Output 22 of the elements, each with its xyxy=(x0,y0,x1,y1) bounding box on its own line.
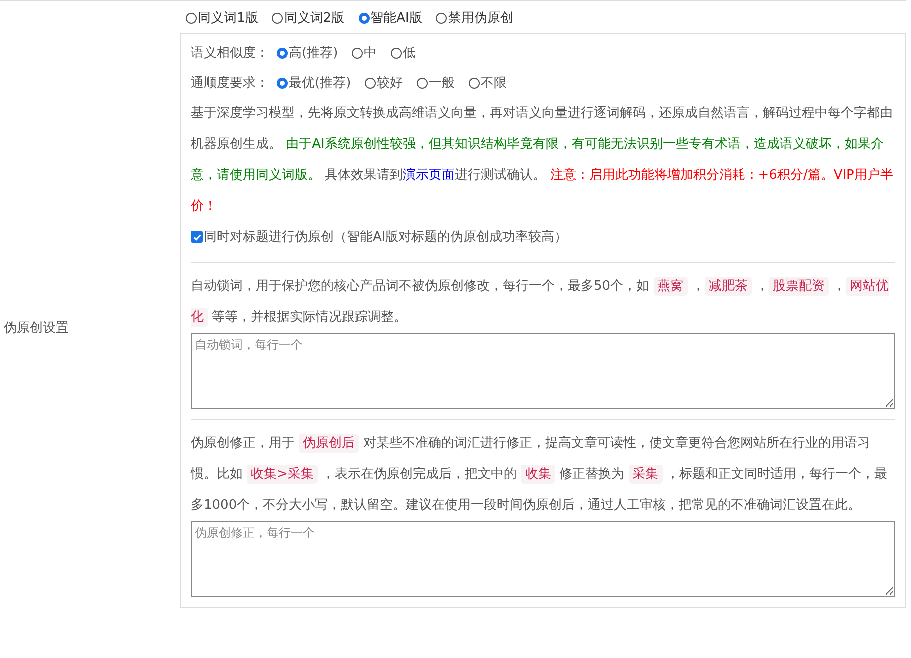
option-radio[interactable]: 最优(推荐) xyxy=(277,74,352,92)
option-radio[interactable]: 低 xyxy=(391,44,416,62)
option-label: 语义相似度： xyxy=(191,45,269,62)
field-label: 伪原创设置 xyxy=(4,321,69,336)
demo-link[interactable]: 演示页面 xyxy=(403,168,456,183)
option-radio[interactable]: 一般 xyxy=(417,74,456,92)
mode-radio[interactable]: 智能AI版 xyxy=(358,9,422,27)
description-text: 伪原创修正，用于 伪原创后 对某些不准确的词汇进行修正，提高文章可读性，使文章更符合您网站所在行业的用语习惯。比如 收集>采集 ，表示在伪原创完成后，把文中的 收集 修正替换为 采集 ，标题和正文同时适用，每行一个，最多1000个，不分大小写，默认留空。建议在使用一段时间伪原创后，通过人工审核，把常见的不准确词汇设置在此。 xyxy=(191,433,889,515)
check-icon xyxy=(192,232,202,242)
mode-radio[interactable]: 同义词2版 xyxy=(272,9,345,27)
description-text: 自动锁词，用于保护您的核心产品词不被伪原创修改，每行一个，最多50个，如 燕窝 ， 减肥茶 ， 股票配资 ， 网站优化 等等，并根据实际情况跟踪调整。 xyxy=(191,276,890,329)
mode-radio[interactable]: 同义词1版 xyxy=(186,9,258,27)
description-text: 基于深度学习模型，先将原文转换成高维语义向量，再对语义向量进行逐词解码，还原成自然语言，解码过程中每个字都由机器原创生成。 由于AI系统原创性较强，但其知识结构毕竟有限，有可能无法识别一些专有术语，造成语义破坏，如果介意，请使用同义词版。 具体效果请到演示页面进行测试确认。 注意：启用此功能将增加积分消耗：+6积分/篇。VIP用户半价！ xyxy=(191,105,894,216)
mode-radio[interactable]: 禁用伪原创 xyxy=(436,9,514,27)
option-radio[interactable]: 较好 xyxy=(365,74,404,92)
option-radio[interactable]: 高(推荐) xyxy=(277,44,338,62)
input-field[interactable]: 自动锁词，每行一个 xyxy=(191,333,895,409)
option-label: 通顺度要求： xyxy=(191,75,269,92)
option-radio[interactable]: 中 xyxy=(352,44,378,62)
input-field[interactable]: 伪原创修正，每行一个 xyxy=(191,521,895,597)
title-checkbox[interactable]: 同时对标题进行伪原创（智能AI版对标题的伪原创成功率较高） xyxy=(191,228,568,246)
option-radio[interactable]: 不限 xyxy=(469,74,508,92)
